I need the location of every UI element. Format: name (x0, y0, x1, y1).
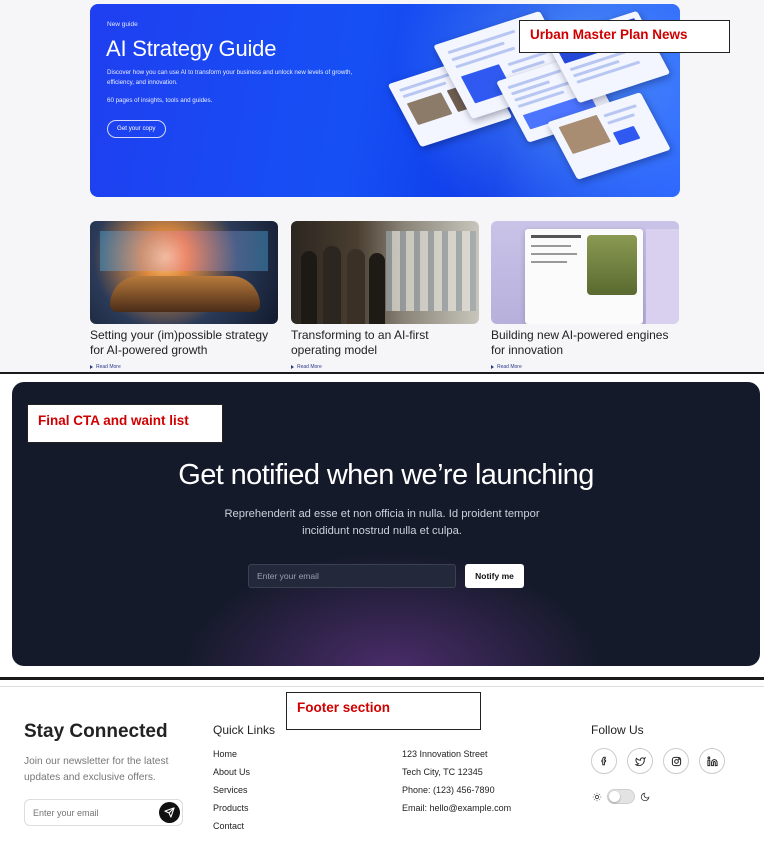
team-meeting-image (291, 221, 479, 324)
quick-links-list: Home About Us Services Products Contact (213, 749, 250, 839)
toggle-knob (609, 791, 620, 802)
read-more-label: Read More (297, 364, 322, 370)
read-more-link[interactable]: Read More (90, 364, 278, 370)
section-divider (0, 677, 764, 680)
contact-phone: Phone: (123) 456-7890 (402, 785, 495, 795)
instagram-icon (671, 756, 681, 766)
product-mockup-image (491, 221, 679, 324)
section-divider (0, 372, 764, 374)
waitlist-email-input[interactable] (248, 564, 456, 588)
read-more-link[interactable]: Read More (491, 364, 679, 370)
article-card[interactable]: Setting your (im)possible strategy for A… (90, 221, 278, 370)
instagram-button[interactable] (663, 748, 689, 774)
footer-title: Stay Connected (24, 721, 168, 742)
twitter-icon (634, 756, 646, 766)
follow-heading: Follow Us (591, 723, 644, 737)
section-label-cta: Final CTA and waint list (27, 404, 223, 443)
article-title: Setting your (im)possible strategy for A… (90, 328, 269, 357)
hero-pages-note: 60 pages of insights, tools and guides. (107, 97, 213, 104)
contact-list: 123 Innovation Street Tech City, TC 1234… (402, 749, 511, 821)
notify-me-button[interactable]: Notify me (465, 564, 524, 588)
contact-city: Tech City, TC 12345 (402, 767, 483, 777)
footer-link-products[interactable]: Products (213, 803, 250, 821)
footer-description: Join our newsletter for the latest updat… (24, 756, 169, 783)
facebook-icon (601, 756, 607, 766)
car-hud-image (90, 221, 278, 324)
get-copy-button[interactable]: Get your copy (107, 120, 166, 138)
hero-title: AI Strategy Guide (106, 36, 277, 61)
quick-links-heading: Quick Links (213, 723, 276, 737)
read-more-label: Read More (497, 364, 522, 370)
contact-email: Email: hello@example.com (402, 803, 512, 813)
contact-address: 123 Innovation Street (402, 749, 488, 759)
send-icon (164, 807, 175, 818)
facebook-button[interactable] (591, 748, 617, 774)
hero-description: Discover how you can use AI to transform… (107, 69, 353, 86)
sun-icon (592, 792, 602, 801)
caret-right-icon (491, 365, 494, 369)
theme-toggle-row (592, 789, 650, 804)
send-button[interactable] (159, 802, 180, 823)
section-label-news: Urban Master Plan News (519, 20, 730, 53)
footer-link-services[interactable]: Services (213, 785, 250, 803)
read-more-label: Read More (96, 364, 121, 370)
read-more-link[interactable]: Read More (291, 364, 479, 370)
footer-link-about[interactable]: About Us (213, 767, 250, 785)
cta-subtitle: Reprehenderit ad esse et non officia in … (224, 508, 540, 537)
footer-link-home[interactable]: Home (213, 749, 250, 767)
news-section: New guide AI Strategy Guide Discover how… (0, 0, 764, 372)
moon-icon (640, 792, 650, 801)
linkedin-button[interactable] (699, 748, 725, 774)
caret-right-icon (291, 365, 294, 369)
theme-toggle[interactable] (607, 789, 635, 804)
linkedin-icon (706, 755, 718, 766)
cta-title: Get notified when we’re launching (178, 459, 594, 491)
footer-link-contact[interactable]: Contact (213, 821, 250, 839)
article-card[interactable]: Building new AI-powered engines for inno… (491, 221, 679, 370)
article-card[interactable]: Transforming to an AI-first operating mo… (291, 221, 479, 370)
section-label-footer: Footer section (286, 692, 481, 730)
hero-eyebrow: New guide (107, 21, 138, 28)
twitter-button[interactable] (627, 748, 653, 774)
article-title: Transforming to an AI-first operating mo… (291, 328, 429, 357)
caret-right-icon (90, 365, 93, 369)
article-title: Building new AI-powered engines for inno… (491, 328, 669, 357)
